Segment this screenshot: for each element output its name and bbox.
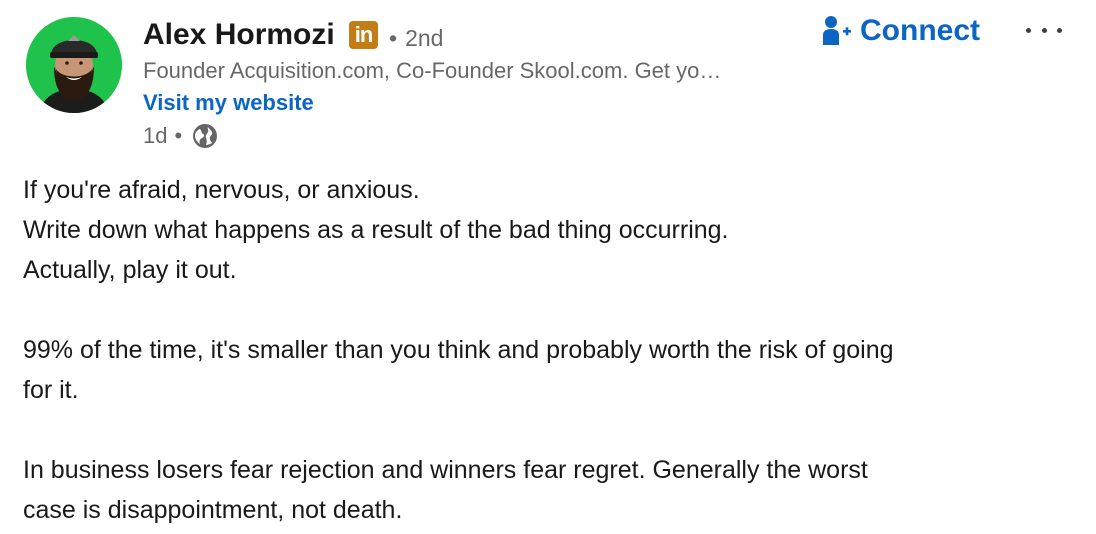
ellipsis-dot bbox=[1026, 27, 1031, 33]
visit-website-link[interactable]: Visit my website bbox=[143, 89, 314, 117]
meta-separator: • bbox=[174, 123, 183, 148]
paragraph-break bbox=[23, 410, 1063, 450]
post-meta: 1d • bbox=[143, 122, 219, 150]
post-line: 99% of the time, it's smaller than you t… bbox=[23, 336, 894, 364]
premium-badge: in bbox=[349, 21, 378, 49]
degree-separator: • bbox=[389, 25, 398, 51]
avatar-image bbox=[26, 17, 122, 113]
author-name[interactable]: Alex Hormozi bbox=[143, 16, 335, 54]
feed-post: Alex Hormozi in • 2nd Founder Acquisition… bbox=[0, 0, 1096, 534]
degree-label: 2nd bbox=[405, 25, 444, 51]
add-person-icon bbox=[823, 16, 851, 45]
ellipsis-dot bbox=[1057, 27, 1062, 33]
post-time: 1d bbox=[143, 123, 168, 148]
connection-degree: • 2nd bbox=[389, 24, 443, 52]
author-headline[interactable]: Founder Acquisition.com, Co-Founder Skoo… bbox=[143, 57, 721, 85]
post-line: In business losers fear rejection and wi… bbox=[23, 456, 868, 484]
post-text: If you're afraid, nervous, or anxious. W… bbox=[23, 170, 1063, 530]
globe-icon bbox=[193, 124, 218, 148]
post-line: Write down what happens as a result of t… bbox=[23, 216, 729, 244]
post-line: Actually, play it out. bbox=[23, 256, 237, 284]
post-line: case is disappointment, not death. bbox=[23, 496, 403, 524]
connect-button[interactable]: Connect bbox=[822, 12, 980, 50]
ellipsis-dot bbox=[1041, 27, 1047, 33]
post-line: If you're afraid, nervous, or anxious. bbox=[23, 176, 420, 204]
paragraph-break bbox=[23, 290, 1063, 330]
more-options-button[interactable] bbox=[1026, 18, 1062, 42]
connect-label: Connect bbox=[860, 14, 980, 47]
author-avatar[interactable] bbox=[26, 17, 122, 113]
post-line: for it. bbox=[23, 376, 79, 404]
